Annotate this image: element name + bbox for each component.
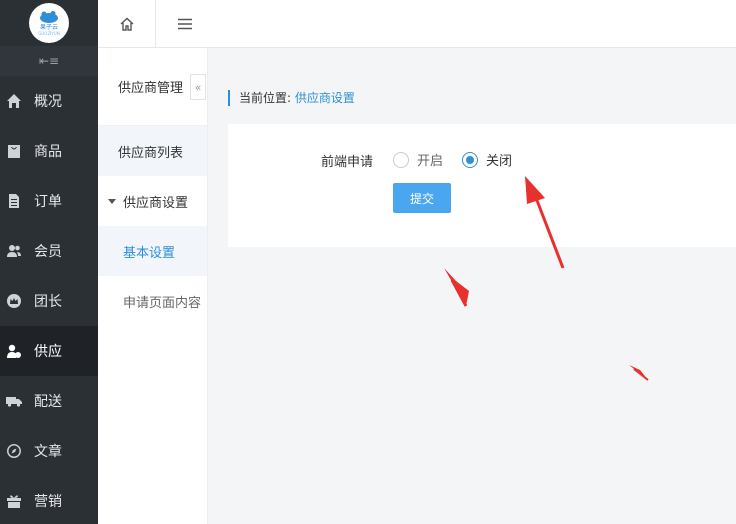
radio-circle <box>393 151 409 168</box>
logo-area: 果子云 GUOZIYUN <box>0 0 98 46</box>
logo-subtext: GUOZIYUN <box>38 31 60 36</box>
truck-icon <box>6 393 22 409</box>
menu-toggle-button[interactable] <box>156 0 214 47</box>
double-chevron-left-icon: « <box>194 80 202 94</box>
caret-down-icon <box>108 198 116 204</box>
main-sidebar: 果子云 GUOZIYUN ⇤≡ 概况 商品 订单 会员 团长 供应 配送 文章 … <box>0 0 98 524</box>
radio-enable[interactable]: 开启 <box>393 150 443 169</box>
subnav-item-basic-settings[interactable]: 基本设置 <box>98 226 207 276</box>
compass-icon <box>6 443 22 459</box>
subnav-item-application-page[interactable]: 申请页面内容 <box>98 276 207 326</box>
sidebar-item-delivery[interactable]: 配送 <box>0 376 98 426</box>
document-icon <box>6 193 22 209</box>
sidebar-item-label: 供应 <box>34 344 62 360</box>
collapse-menu-icon: ⇤≡ <box>38 54 60 68</box>
supplier-icon <box>6 343 22 359</box>
crown-icon <box>6 293 22 309</box>
breadcrumb-current[interactable]: 供应商设置 <box>295 91 355 105</box>
gift-icon <box>6 493 22 509</box>
sidebar-item-label: 会员 <box>34 244 62 260</box>
sidebar-item-overview[interactable]: 概况 <box>0 76 98 126</box>
secondary-sidebar: 供应商管理 供应商列表 供应商设置 基本设置 申请页面内容 <box>98 48 208 524</box>
sidebar-item-label: 订单 <box>34 194 62 210</box>
top-bar <box>98 0 736 48</box>
radio-circle-checked <box>462 151 478 168</box>
sidebar-item-leaders[interactable]: 团长 <box>0 276 98 326</box>
menu-icon <box>178 18 192 29</box>
subnav-item-label: 供应商列表 <box>118 145 184 161</box>
subnav-item-label: 基本设置 <box>123 245 176 261</box>
collapse-menu-button[interactable]: ⇤≡ <box>0 46 98 76</box>
sidebar-item-supply[interactable]: 供应 <box>0 326 98 376</box>
logo-mark-icon <box>40 11 58 23</box>
sidebar-item-members[interactable]: 会员 <box>0 226 98 276</box>
subnav-item-label: 申请页面内容 <box>123 295 202 311</box>
settings-panel: 前端申请 开启 关闭 提交 <box>228 124 736 247</box>
radio-label: 关闭 <box>486 154 513 169</box>
sidebar-item-label: 文章 <box>34 444 62 460</box>
subnav-group-supplier-settings[interactable]: 供应商设置 <box>98 176 207 226</box>
breadcrumb: 当前位置: 供应商设置 <box>228 90 355 106</box>
sidebar-item-goods[interactable]: 商品 <box>0 126 98 176</box>
home-icon <box>6 93 22 109</box>
sidebar-item-label: 团长 <box>34 294 62 310</box>
users-icon <box>6 243 22 259</box>
sidebar-item-orders[interactable]: 订单 <box>0 176 98 226</box>
frontend-apply-label: 前端申请 <box>321 155 374 170</box>
bag-icon <box>6 143 22 159</box>
radio-label: 开启 <box>417 154 444 169</box>
subnav-item-supplier-list[interactable]: 供应商列表 <box>98 126 207 176</box>
sidebar-item-label: 配送 <box>34 394 62 410</box>
annotation-arrow <box>444 268 469 307</box>
sidebar-item-label: 商品 <box>34 144 62 160</box>
subnav-item-label: 供应商设置 <box>123 195 189 211</box>
sidebar-item-label: 营销 <box>34 494 62 510</box>
radio-disable[interactable]: 关闭 <box>462 150 512 169</box>
home-icon <box>120 17 133 31</box>
sidebar-item-label: 概况 <box>34 94 62 110</box>
subnav-collapse-button[interactable]: « <box>190 74 206 100</box>
annotation-arrow <box>629 365 649 381</box>
breadcrumb-prefix: 当前位置: <box>239 91 292 105</box>
home-button[interactable] <box>98 0 156 47</box>
logo[interactable]: 果子云 GUOZIYUN <box>29 3 69 43</box>
submit-button[interactable]: 提交 <box>393 183 451 213</box>
logo-text: 果子云 <box>39 24 58 31</box>
sidebar-item-marketing[interactable]: 营销 <box>0 476 98 524</box>
sidebar-item-articles[interactable]: 文章 <box>0 426 98 476</box>
